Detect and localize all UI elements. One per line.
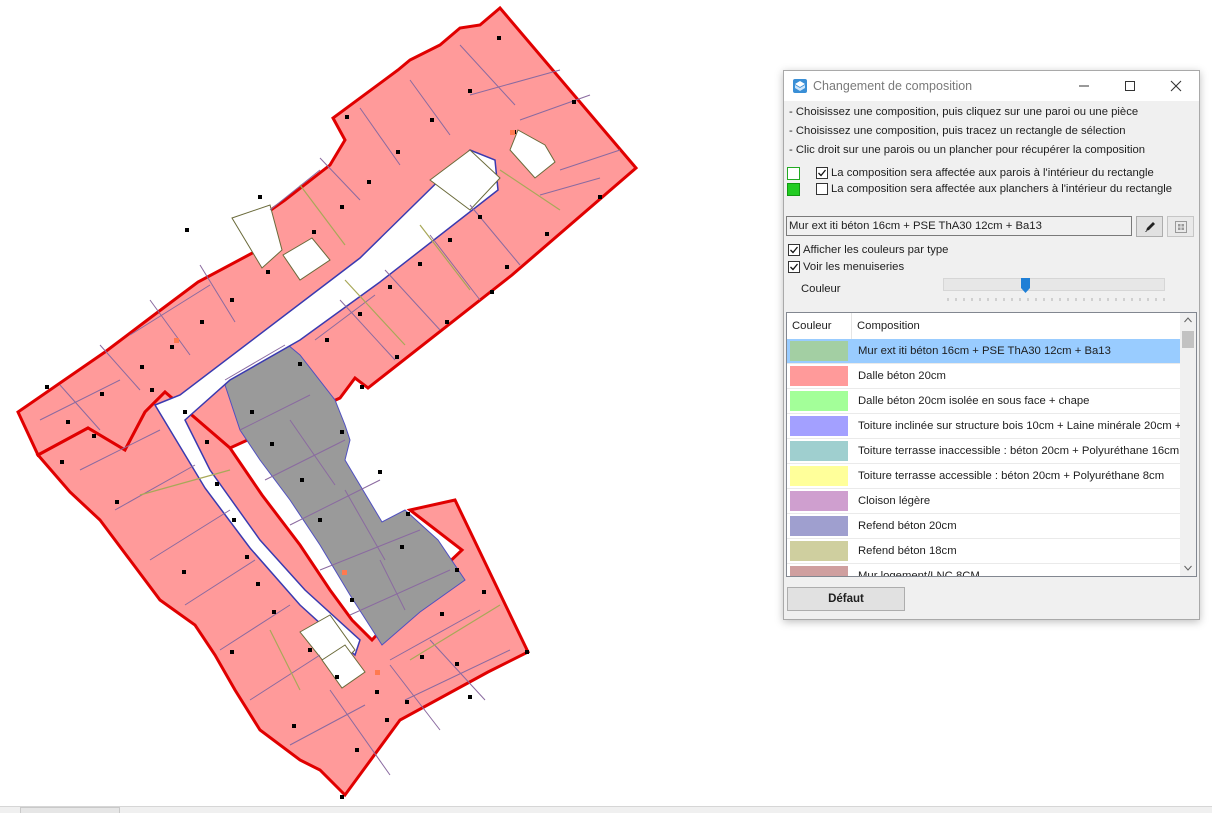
bottom-tab[interactable] xyxy=(20,807,120,813)
composition-name: Refend béton 20cm xyxy=(858,520,957,532)
show-joinery-checkbox[interactable] xyxy=(788,261,800,273)
color-slider-thumb[interactable] xyxy=(1021,278,1030,293)
title-bar[interactable]: Changement de composition xyxy=(784,71,1199,101)
close-icon xyxy=(1170,80,1182,92)
composition-row[interactable]: Refend béton 18cm xyxy=(787,539,1180,564)
floors-checkbox[interactable] xyxy=(816,183,828,195)
building-plan[interactable] xyxy=(16,5,639,799)
composition-name: Toiture terrasse inaccessible : béton 20… xyxy=(858,445,1180,457)
walls-option-label: La composition sera affectée aux parois … xyxy=(831,167,1154,179)
minimize-button[interactable] xyxy=(1061,71,1107,101)
scroll-thumb[interactable] xyxy=(1182,331,1194,348)
show-colors-label: Afficher les couleurs par type xyxy=(803,244,949,256)
composition-row[interactable]: Dalle béton 20cm isolée en sous face + c… xyxy=(787,389,1180,414)
composition-row[interactable]: Cloison légère xyxy=(787,489,1180,514)
instruction-rectangle: - Choisissez une composition, puis trace… xyxy=(789,125,1126,137)
floor-rectangle-icon xyxy=(787,183,800,196)
composition-name: Toiture terrasse accessible : béton 20cm… xyxy=(858,470,1165,482)
composition-row[interactable]: Mur logement/LNC 8CM xyxy=(787,564,1180,577)
color-swatch xyxy=(790,341,848,361)
check-icon xyxy=(790,246,799,254)
table-rows: Mur ext iti béton 16cm + PSE ThA30 12cm … xyxy=(787,339,1180,577)
color-swatch xyxy=(790,441,848,461)
composition-name: Mur logement/LNC 8CM xyxy=(858,570,980,577)
color-slider-track[interactable] xyxy=(943,278,1165,291)
composition-library-button[interactable] xyxy=(1167,216,1194,237)
walls-checkbox[interactable] xyxy=(816,167,828,179)
maximize-button[interactable] xyxy=(1107,71,1153,101)
composition-table[interactable]: Couleur Composition Mur ext iti béton 16… xyxy=(786,312,1197,577)
slider-ticks xyxy=(947,298,1165,301)
header-composition[interactable]: Composition xyxy=(852,313,1180,339)
color-slider-label: Couleur xyxy=(801,283,841,295)
close-button[interactable] xyxy=(1153,71,1199,101)
minimize-icon xyxy=(1079,85,1089,87)
composition-row[interactable]: Dalle béton 20cm xyxy=(787,364,1180,389)
floors-option-label: La composition sera affectée aux planche… xyxy=(831,183,1173,195)
composition-row[interactable]: Refend béton 20cm xyxy=(787,514,1180,539)
scroll-up-icon[interactable] xyxy=(1184,317,1192,323)
composition-row[interactable]: Toiture inclinée sur structure bois 10cm… xyxy=(787,414,1180,439)
grid-icon xyxy=(1174,220,1187,233)
color-swatch xyxy=(790,516,848,536)
composition-name: Mur ext iti béton 16cm + PSE ThA30 12cm … xyxy=(858,345,1111,357)
instruction-right-click: - Clic droit sur une parois ou un planch… xyxy=(789,144,1146,156)
color-swatch xyxy=(790,466,848,486)
composition-name: Dalle béton 20cm xyxy=(858,370,946,382)
composition-row[interactable]: Mur ext iti béton 16cm + PSE ThA30 12cm … xyxy=(787,339,1180,364)
app-icon xyxy=(793,79,807,93)
composition-name: Toiture inclinée sur structure bois 10cm… xyxy=(858,420,1180,432)
wall-rectangle-icon xyxy=(787,167,800,180)
check-icon xyxy=(818,169,827,177)
color-swatch xyxy=(790,541,848,561)
default-button[interactable]: Défaut xyxy=(787,587,905,611)
color-swatch xyxy=(790,566,848,576)
composition-dialog: Changement de composition - Choisissez u… xyxy=(783,70,1200,620)
show-colors-checkbox[interactable] xyxy=(788,244,800,256)
edit-composition-button[interactable] xyxy=(1136,216,1163,237)
current-composition-field[interactable]: Mur ext iti béton 16cm + PSE ThA30 12cm … xyxy=(786,216,1132,236)
dialog-title: Changement de composition xyxy=(813,79,973,93)
color-swatch xyxy=(790,491,848,511)
show-joinery-label: Voir les menuiseries xyxy=(803,261,905,273)
check-icon xyxy=(790,263,799,271)
composition-name: Cloison légère xyxy=(858,495,931,507)
composition-row[interactable]: Toiture terrasse accessible : béton 20cm… xyxy=(787,464,1180,489)
composition-name: Refend béton 18cm xyxy=(858,545,957,557)
color-swatch xyxy=(790,416,848,436)
scroll-down-icon[interactable] xyxy=(1184,565,1192,571)
table-header: Couleur Composition xyxy=(787,313,1180,340)
color-swatch xyxy=(790,391,848,411)
header-color[interactable]: Couleur xyxy=(787,313,852,339)
pencil-icon xyxy=(1144,221,1155,232)
composition-row[interactable]: Toiture terrasse inaccessible : béton 20… xyxy=(787,439,1180,464)
composition-name: Dalle béton 20cm isolée en sous face + c… xyxy=(858,395,1090,407)
maximize-icon xyxy=(1125,81,1135,91)
table-scrollbar[interactable] xyxy=(1180,313,1196,576)
color-swatch xyxy=(790,366,848,386)
instruction-click: - Choisissez une composition, puis cliqu… xyxy=(789,106,1139,118)
